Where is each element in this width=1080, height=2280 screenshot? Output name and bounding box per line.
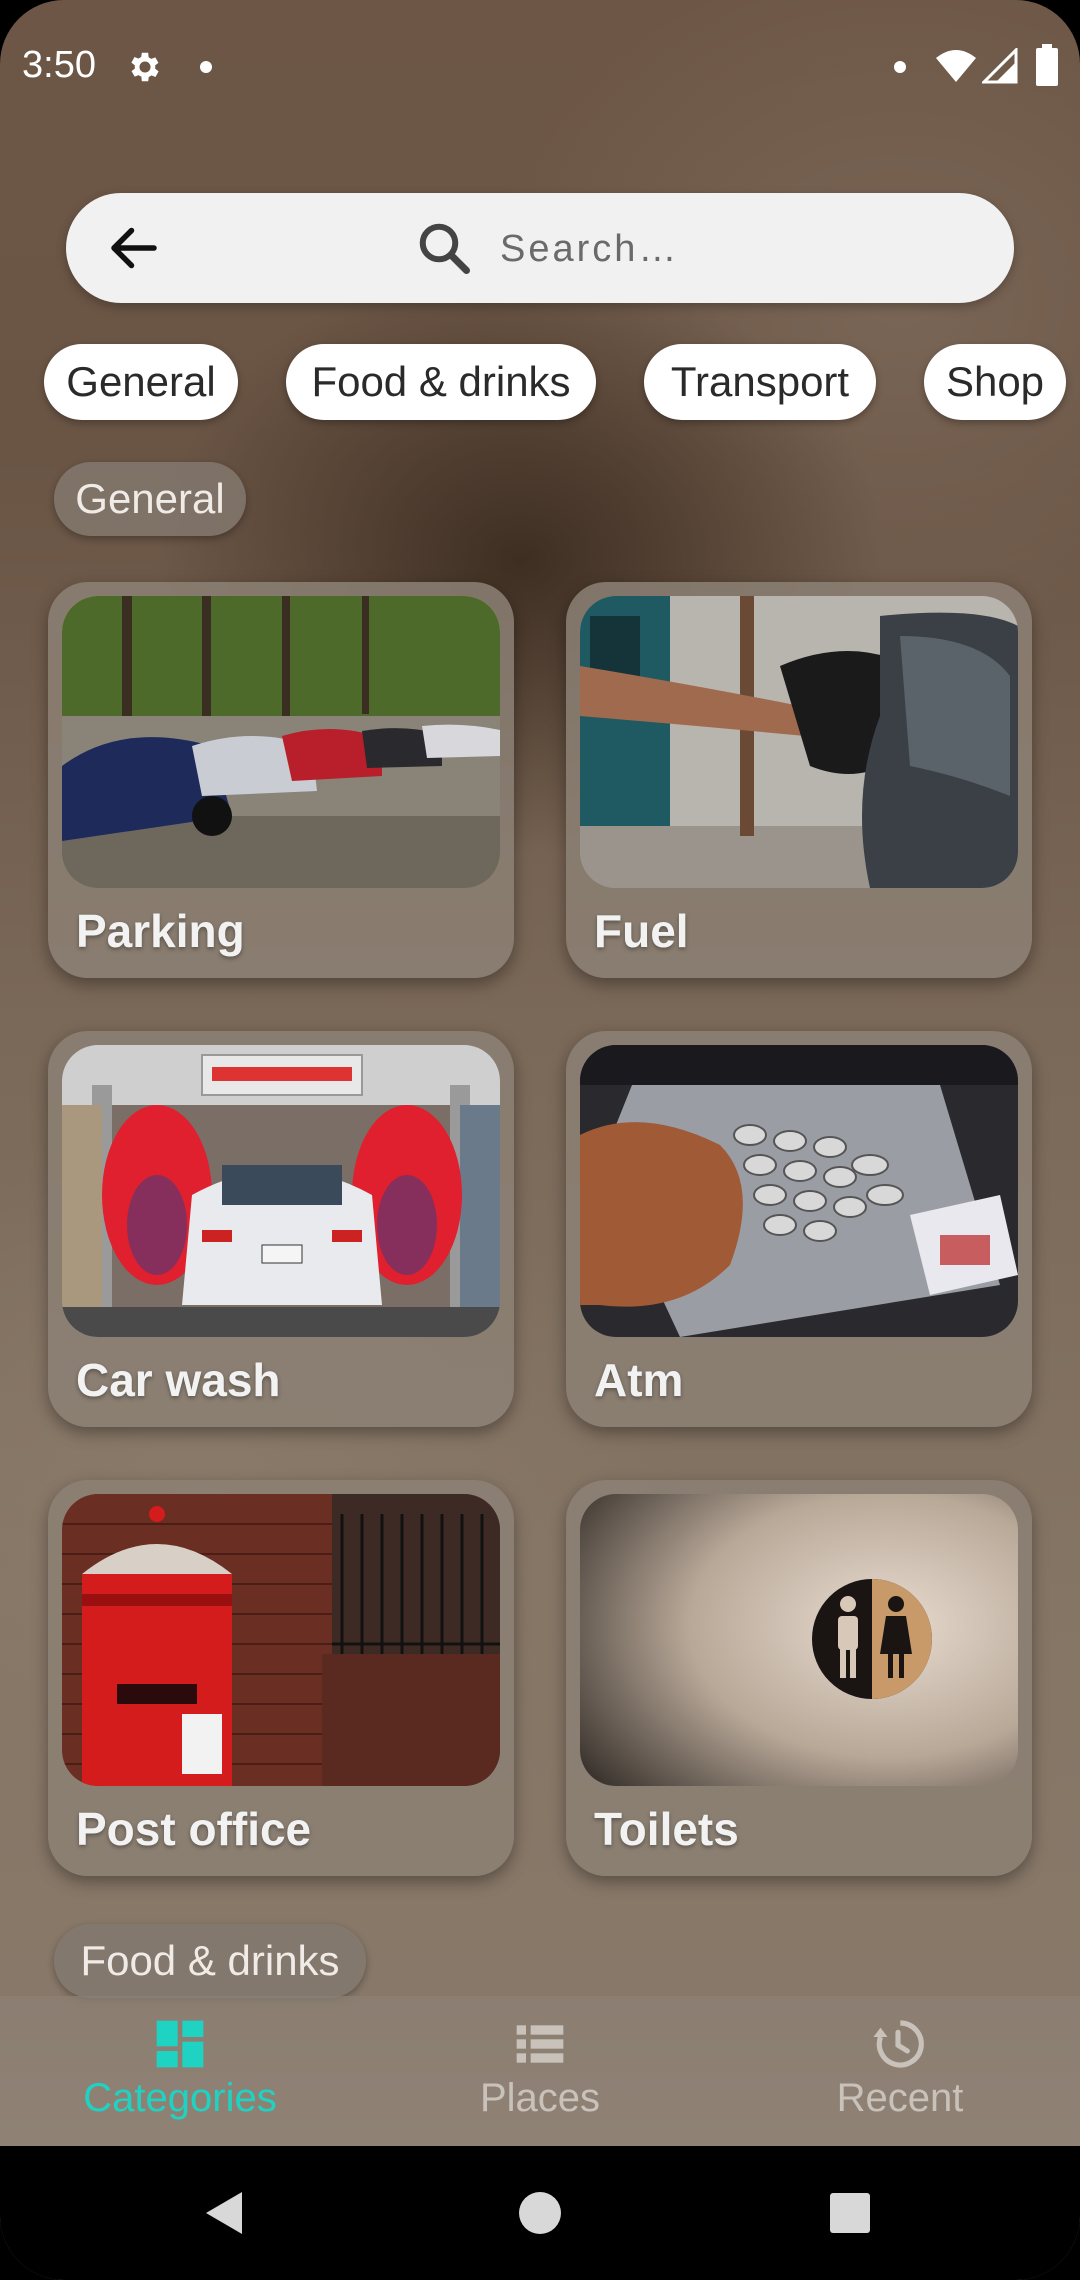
wifi-icon bbox=[936, 50, 976, 82]
fuel-pump-photo bbox=[580, 596, 1018, 888]
section-label-food-drinks: Food & drinks bbox=[54, 1924, 366, 1998]
back-triangle-icon[interactable] bbox=[190, 2178, 260, 2248]
nav-label-places: Places bbox=[479, 2076, 601, 2120]
atm-keypad-photo bbox=[580, 1045, 1018, 1337]
search-input[interactable] bbox=[498, 215, 962, 283]
card-title: Post office bbox=[76, 1803, 312, 1855]
chip-general[interactable]: General bbox=[44, 344, 238, 420]
card-title: Toilets bbox=[594, 1803, 739, 1855]
arrow-left-icon[interactable] bbox=[104, 218, 164, 278]
category-card-fuel[interactable]: Fuel bbox=[566, 582, 1032, 978]
recents-square-icon[interactable] bbox=[815, 2178, 885, 2248]
chip-food-drinks[interactable]: Food & drinks bbox=[286, 344, 596, 420]
category-card-parking[interactable]: Parking bbox=[48, 582, 514, 978]
list-icon bbox=[516, 2025, 564, 2063]
nav-label-recent: Recent bbox=[836, 2076, 964, 2120]
nav-item-places[interactable]: Places bbox=[360, 1996, 720, 2146]
restroom-sign-photo bbox=[580, 1494, 1018, 1786]
grid-icon bbox=[156, 2020, 204, 2068]
search-bar bbox=[66, 193, 1014, 303]
signal-icon bbox=[982, 48, 1018, 84]
card-title: Parking bbox=[76, 905, 245, 957]
battery-icon bbox=[1036, 44, 1058, 86]
nav-item-categories[interactable]: Categories bbox=[0, 1996, 360, 2146]
parked-cars-photo bbox=[62, 596, 500, 888]
gear-icon bbox=[131, 52, 159, 82]
section-label-general: General bbox=[54, 462, 246, 536]
chip-shop[interactable]: Shop bbox=[924, 344, 1066, 420]
car-wash-photo bbox=[62, 1045, 500, 1337]
chip-transport[interactable]: Transport bbox=[644, 344, 876, 420]
status-bar: 3:50 bbox=[0, 0, 1080, 130]
notification-dot-icon bbox=[894, 61, 906, 73]
category-card-atm[interactable]: Atm bbox=[566, 1031, 1032, 1427]
app-screen: 3:50 General Food & drinks Tra bbox=[0, 0, 1080, 2280]
home-circle-icon[interactable] bbox=[505, 2178, 575, 2248]
card-title: Fuel bbox=[594, 905, 689, 957]
category-card-post-office[interactable]: Post office bbox=[48, 1480, 514, 1876]
notification-dot-icon bbox=[200, 61, 212, 73]
card-title: Atm bbox=[594, 1354, 684, 1406]
nav-item-recent[interactable]: Recent bbox=[720, 1996, 1080, 2146]
nav-label-categories: Categories bbox=[83, 2076, 277, 2120]
category-card-toilets[interactable]: Toilets bbox=[566, 1480, 1032, 1876]
category-card-car-wash[interactable]: Car wash bbox=[48, 1031, 514, 1427]
card-title: Car wash bbox=[76, 1354, 281, 1406]
red-postbox-photo bbox=[62, 1494, 500, 1786]
status-time: 3:50 bbox=[22, 44, 96, 86]
bottom-navigation: Categories Places Recent bbox=[0, 1996, 1080, 2146]
system-navigation-bar bbox=[0, 2146, 1080, 2280]
history-icon bbox=[873, 2020, 924, 2068]
category-chip-row: General Food & drinks Transport Shop bbox=[0, 344, 1080, 422]
magnifier-icon bbox=[419, 223, 470, 274]
